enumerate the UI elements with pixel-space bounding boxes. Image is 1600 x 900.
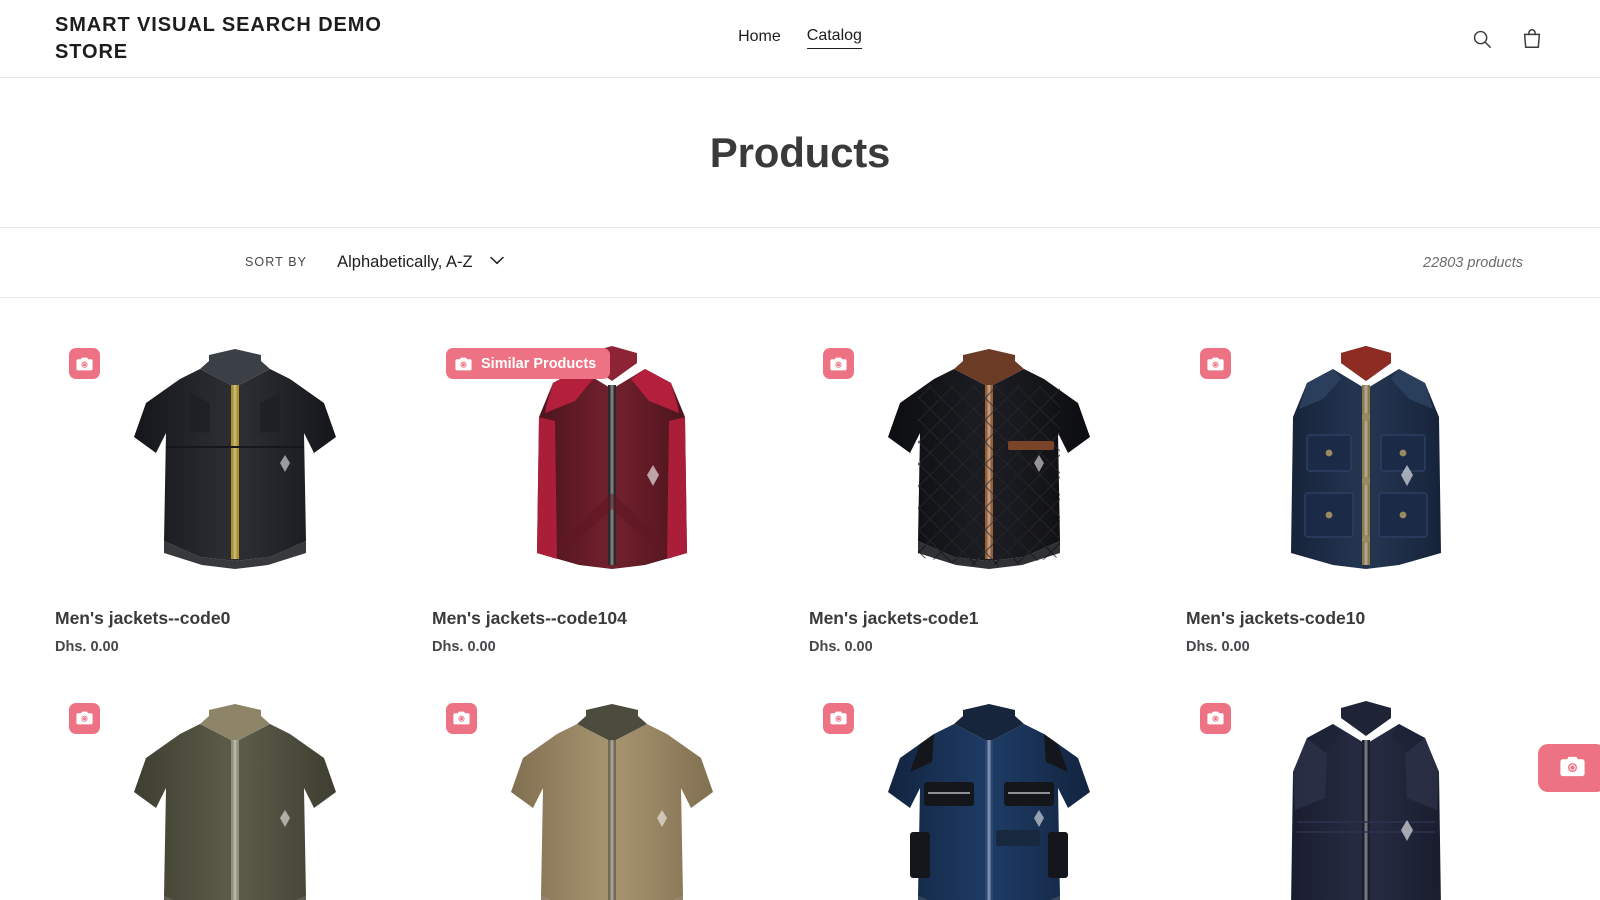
- product-card[interactable]: [809, 691, 1168, 900]
- visual-search-fab[interactable]: [1538, 744, 1600, 792]
- product-card[interactable]: [55, 691, 414, 900]
- page-title: Products: [709, 128, 891, 176]
- site-header: Smart Visual Search Demo Store Home Cata…: [0, 0, 1600, 78]
- header-actions: [1469, 26, 1545, 52]
- sort-select[interactable]: FeaturedBest sellingAlphabetically, A-ZA…: [337, 248, 509, 277]
- product-image: [55, 336, 414, 586]
- visual-search-badge[interactable]: [1200, 348, 1231, 379]
- product-image: [1186, 336, 1545, 586]
- camera-icon: [76, 711, 93, 725]
- camera-icon: [1207, 357, 1224, 371]
- visual-search-badge[interactable]: [1200, 702, 1231, 734]
- visual-search-badge[interactable]: [823, 348, 854, 379]
- product-title: Men's jackets-code1: [809, 608, 979, 628]
- product-image: [1186, 691, 1545, 900]
- main-navigation: Home Catalog: [738, 26, 862, 50]
- camera-icon: [830, 711, 847, 725]
- camera-icon: [1559, 756, 1585, 780]
- product-price: Dhs. 0.00: [809, 638, 873, 655]
- product-card[interactable]: Men's jackets-code10 Dhs. 0.00: [1186, 336, 1545, 691]
- product-title: Men's jackets-code10: [1186, 608, 1366, 628]
- camera-icon: [830, 357, 847, 371]
- camera-icon: [1207, 711, 1224, 725]
- sort-group: Sort by FeaturedBest sellingAlphabetical…: [245, 248, 509, 277]
- search-icon[interactable]: [1469, 26, 1495, 52]
- product-card[interactable]: Men's jackets-code1 Dhs. 0.00: [809, 336, 1168, 691]
- product-image: [809, 691, 1168, 900]
- product-grid: Men's jackets--code0 Dhs. 0.00 Similar Pr…: [0, 298, 1600, 900]
- sort-select-wrapper: FeaturedBest sellingAlphabetically, A-ZA…: [337, 248, 509, 277]
- product-card[interactable]: [1186, 691, 1545, 900]
- sort-by-label: Sort by: [245, 255, 308, 270]
- product-card[interactable]: Men's jackets--code0 Dhs. 0.00: [55, 336, 414, 691]
- camera-icon: [453, 711, 470, 725]
- visual-search-badge-label: Similar Products: [481, 355, 597, 372]
- site-brand-logo[interactable]: Smart Visual Search Demo Store: [55, 12, 415, 65]
- product-card[interactable]: Similar Products Men's jackets--code104 Dh…: [432, 336, 791, 691]
- shopping-bag-icon[interactable]: [1519, 26, 1545, 52]
- camera-icon: [76, 357, 93, 371]
- visual-search-badge[interactable]: [69, 348, 100, 379]
- product-card[interactable]: [432, 691, 791, 900]
- nav-link-catalog[interactable]: Catalog: [806, 26, 862, 50]
- nav-link-home[interactable]: Home: [738, 27, 781, 49]
- product-price: Dhs. 0.00: [55, 638, 119, 655]
- visual-search-badge[interactable]: [823, 702, 854, 734]
- product-image: [432, 691, 791, 900]
- product-count: 22803 products: [1423, 254, 1523, 271]
- product-title: Men's jackets--code104: [432, 608, 627, 628]
- product-image: [55, 691, 414, 900]
- product-image: [809, 336, 1168, 586]
- visual-search-badge[interactable]: [69, 702, 100, 734]
- product-price: Dhs. 0.00: [1186, 638, 1250, 655]
- visual-search-badge[interactable]: Similar Products: [446, 348, 611, 379]
- visual-search-badge[interactable]: [446, 702, 477, 734]
- collection-toolbar: Sort by FeaturedBest sellingAlphabetical…: [0, 228, 1600, 298]
- page-title-section: Products: [0, 78, 1600, 228]
- camera-icon: [455, 357, 472, 371]
- product-title: Men's jackets--code0: [55, 608, 231, 628]
- product-price: Dhs. 0.00: [432, 638, 496, 655]
- product-image: Similar Products: [432, 336, 791, 586]
